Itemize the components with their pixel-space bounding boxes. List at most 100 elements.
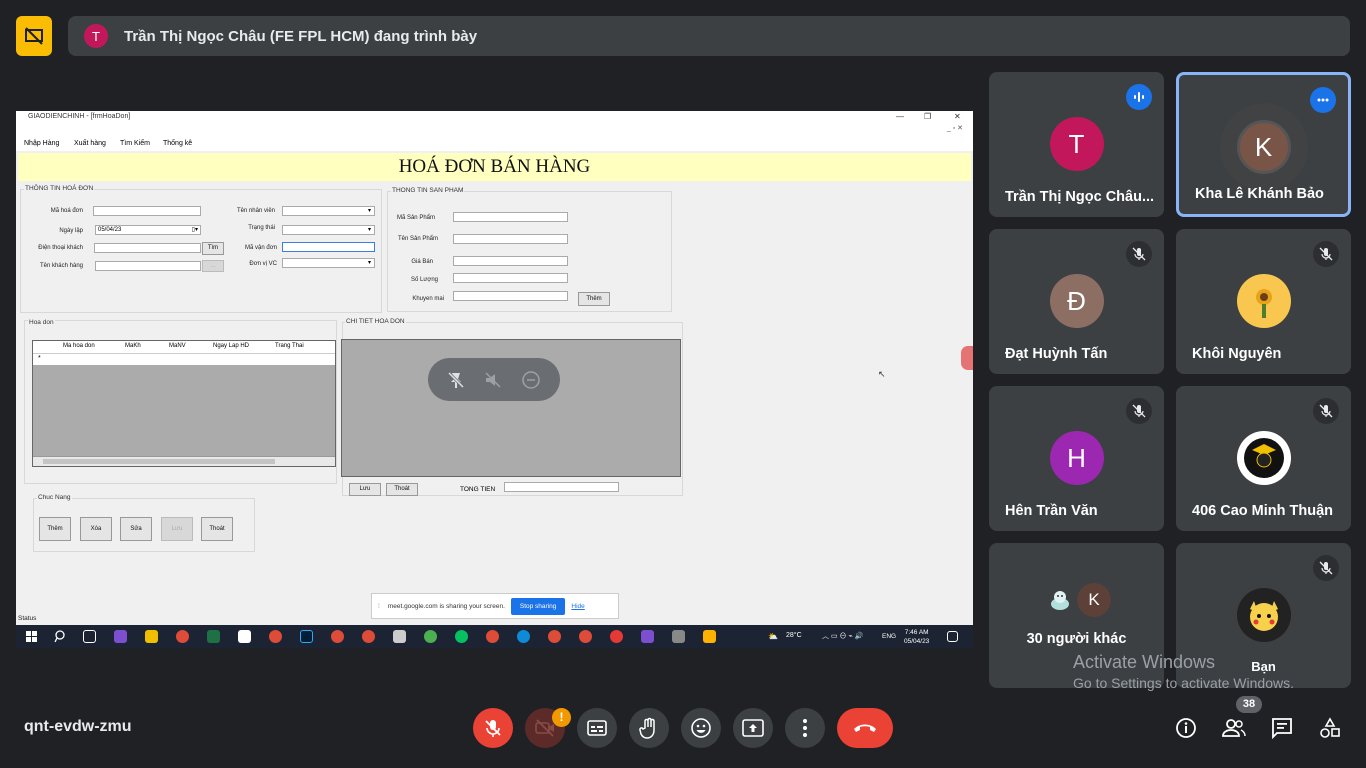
edge-icon[interactable] (517, 630, 530, 643)
gia-ban-input[interactable] (453, 256, 568, 266)
taskbar-clock[interactable]: 7:46 AM 05/04/23 (904, 628, 929, 646)
side-tab-icon[interactable] (961, 346, 973, 370)
search-icon[interactable] (54, 630, 67, 643)
windows-taskbar: ⛅ 28°C ︿ ▭ ⊖ ⌁ 🔊 ENG 7:46 AM 05/04/23 (16, 625, 973, 648)
xoa-button[interactable]: Xóa (80, 517, 112, 541)
presentation-icon[interactable] (16, 16, 52, 56)
ten-nv-select[interactable]: ▾ (282, 206, 375, 216)
remove-icon[interactable] (521, 370, 541, 390)
pin-off-icon[interactable] (447, 371, 465, 389)
participant-tile-active[interactable]: K Kha Lê Khánh Bảo (1176, 72, 1351, 217)
task-view-icon[interactable] (83, 630, 96, 643)
stop-sharing-button[interactable]: Stop sharing (510, 597, 566, 615)
app-icon-2[interactable] (424, 630, 437, 643)
tray-icons[interactable]: ︿ ▭ ⊖ ⌁ 🔊 (822, 631, 863, 641)
col-manv[interactable]: MaNV (169, 343, 186, 349)
weather-temp[interactable]: 28°C (786, 632, 802, 639)
maximize-icon[interactable]: ❐ (924, 111, 931, 123)
them-sp-button[interactable]: Thêm (578, 292, 610, 306)
ngay-lap-value: 05/04/23 (98, 227, 122, 233)
chrome-icon-4[interactable] (362, 630, 375, 643)
ten-khach-input[interactable] (95, 261, 201, 271)
menu-tim-kiem[interactable]: Tìm Kiếm (120, 137, 150, 151)
participant-tile[interactable]: H Hên Trần Văn (989, 386, 1164, 531)
mic-toggle-button[interactable] (473, 708, 513, 748)
people-button[interactable] (1220, 714, 1248, 742)
sua-button[interactable]: Sửa (120, 517, 152, 541)
scroll-thumb[interactable] (43, 459, 275, 464)
luu-button[interactable]: Lưu (349, 483, 381, 496)
ten-sp-input[interactable] (453, 234, 568, 244)
emoji-icon (691, 718, 711, 738)
col-ma-hoa-don[interactable]: Ma hoa don (63, 343, 95, 349)
tools-icon[interactable] (672, 630, 685, 643)
language-indicator[interactable]: ENG (882, 633, 896, 640)
ma-van-don-input[interactable] (282, 242, 375, 252)
reactions-button[interactable] (681, 708, 721, 748)
close-icon[interactable]: ✕ (954, 111, 961, 123)
so-luong-input[interactable] (453, 273, 568, 283)
file-explorer-icon[interactable] (145, 630, 158, 643)
raise-hand-button[interactable] (629, 708, 669, 748)
minimize-icon[interactable]: — (896, 111, 904, 123)
chrome-icon-3[interactable] (331, 630, 344, 643)
col-makh[interactable]: MaKh (125, 343, 141, 349)
col-trang-thai[interactable]: Trang Thai (275, 343, 304, 349)
calendar-app-icon[interactable] (238, 630, 251, 643)
chrome-icon-7[interactable] (579, 630, 592, 643)
menu-xuat-hang[interactable]: Xuất hàng (74, 137, 106, 151)
chrome-profile-icon[interactable] (610, 630, 623, 643)
winforms-app-icon[interactable] (703, 630, 716, 643)
don-vi-vc-select[interactable]: ▾ (282, 258, 375, 268)
meeting-details-button[interactable] (1172, 714, 1200, 742)
mute-icon[interactable] (484, 371, 502, 389)
activities-button[interactable] (1316, 714, 1344, 742)
present-button[interactable] (733, 708, 773, 748)
luu-disabled-button[interactable]: Lưu (161, 517, 193, 541)
trang-thai-select[interactable]: ▾ (282, 225, 375, 235)
chat-button[interactable] (1268, 714, 1296, 742)
drag-handle-icon[interactable]: ⁞ (378, 603, 380, 610)
chrome-icon-6[interactable] (548, 630, 561, 643)
mdi-controls-icon[interactable]: _ ▫ ✕ (947, 124, 963, 132)
window-title: GIAODIENCHINH - [frmHoaDon] (16, 111, 973, 123)
ma-hoa-don-input[interactable] (93, 206, 201, 216)
windows-start-icon[interactable] (25, 630, 38, 643)
notification-icon[interactable] (947, 631, 958, 642)
more-options-button[interactable] (785, 708, 825, 748)
chrome-icon-2[interactable] (269, 630, 282, 643)
thoat-button[interactable]: Thoát (386, 483, 418, 496)
ngay-lap-picker[interactable]: 05/04/23 ▯▾ (95, 225, 201, 235)
chrome-icon[interactable] (176, 630, 189, 643)
more-options-icon[interactable] (1310, 87, 1336, 113)
them-button[interactable]: Thêm (39, 517, 71, 541)
app-icon[interactable] (393, 630, 406, 643)
hoa-don-grid[interactable]: Ma hoa don MaKh MaNV Ngay Lap HD Trang T… (32, 340, 336, 467)
menu-nhap-hang[interactable]: Nhập Hàng (24, 137, 59, 151)
hide-link[interactable]: Hide (571, 603, 584, 610)
visual-studio-icon[interactable] (114, 630, 127, 643)
mic-off-icon (1126, 398, 1152, 424)
participant-tile[interactable]: T Trần Thị Ngọc Châu... (989, 72, 1164, 217)
participant-tile[interactable]: 406 Cao Minh Thuận (1176, 386, 1351, 531)
calendar-icon[interactable]: ▯▾ (192, 226, 198, 235)
khuyen-mai-input[interactable] (453, 291, 568, 301)
col-ngay-lap[interactable]: Ngay Lap HD (213, 343, 249, 349)
participant-tile[interactable]: Khôi Nguyên (1176, 229, 1351, 374)
weather-icon[interactable]: ⛅ (768, 632, 778, 641)
leave-call-button[interactable] (837, 708, 893, 748)
grid-new-row[interactable]: * (33, 353, 335, 365)
wechat-icon[interactable] (455, 630, 468, 643)
grid-scrollbar[interactable] (33, 456, 335, 466)
chrome-icon-5[interactable] (486, 630, 499, 643)
menu-thong-ke[interactable]: Thống kê (163, 137, 192, 151)
ma-sp-input[interactable] (453, 212, 568, 222)
excel-icon[interactable] (207, 630, 220, 643)
visual-studio-icon-2[interactable] (641, 630, 654, 643)
tong-tien-input[interactable] (504, 482, 619, 492)
thoat-form-button[interactable]: Thoát (201, 517, 233, 541)
photoshop-icon[interactable] (300, 630, 313, 643)
captions-button[interactable] (577, 708, 617, 748)
participant-tile[interactable]: Đ Đạt Huỳnh Tấn (989, 229, 1164, 374)
dien-thoai-input[interactable] (94, 243, 201, 253)
